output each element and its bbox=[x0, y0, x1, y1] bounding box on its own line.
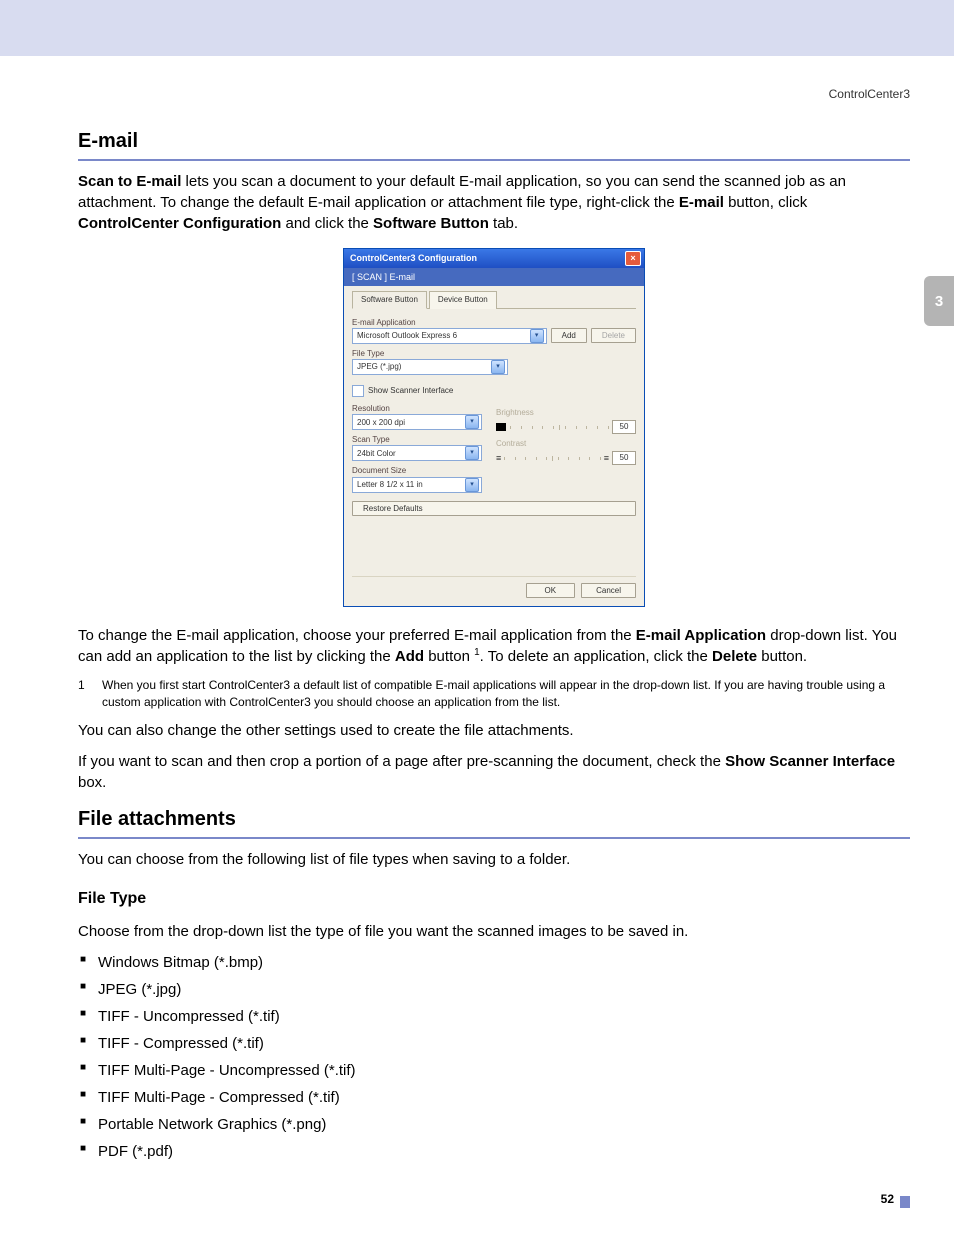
cancel-button[interactable]: Cancel bbox=[581, 583, 636, 598]
dropdown-scan-type-value: 24bit Color bbox=[357, 448, 396, 459]
tab-software-button[interactable]: Software Button bbox=[352, 291, 427, 308]
close-icon[interactable]: × bbox=[625, 251, 641, 266]
brightness-slider[interactable]: 50 bbox=[496, 420, 636, 434]
bold-scan-to-email: Scan to E-mail bbox=[78, 173, 181, 190]
heading-email: E-mail bbox=[78, 127, 910, 161]
label-file-type: File Type bbox=[352, 348, 636, 359]
bold-show-scanner-interface: Show Scanner Interface bbox=[725, 753, 895, 770]
brightness-indicator-icon bbox=[496, 423, 506, 431]
contrast-value: 50 bbox=[612, 451, 636, 465]
checkbox-icon bbox=[352, 385, 364, 397]
list-item: TIFF Multi-Page - Uncompressed (*.tif) bbox=[78, 1060, 910, 1081]
bold-controlcenter-config: ControlCenter Configuration bbox=[78, 215, 281, 232]
bold-delete: Delete bbox=[712, 648, 757, 665]
running-header: ControlCenter3 bbox=[78, 86, 910, 103]
dropdown-scan-type[interactable]: 24bit Color ▾ bbox=[352, 445, 482, 461]
brightness-value: 50 bbox=[612, 420, 636, 434]
label-document-size: Document Size bbox=[352, 465, 482, 476]
label-resolution: Resolution bbox=[352, 403, 482, 414]
page-number-marker bbox=[900, 1196, 910, 1208]
footnote-1: 1 When you first start ControlCenter3 a … bbox=[78, 677, 910, 711]
contrast-slider[interactable]: ≡ ≡ 50 bbox=[496, 451, 636, 465]
list-item: TIFF - Uncompressed (*.tif) bbox=[78, 1006, 910, 1027]
list-item: TIFF Multi-Page - Compressed (*.tif) bbox=[78, 1087, 910, 1108]
dialog-titlebar: ControlCenter3 Configuration × bbox=[344, 249, 644, 268]
chevron-down-icon: ▾ bbox=[465, 478, 479, 492]
list-item: TIFF - Compressed (*.tif) bbox=[78, 1033, 910, 1054]
header-band bbox=[0, 0, 954, 56]
heading-file-attachments: File attachments bbox=[78, 805, 910, 839]
paragraph-email-intro: Scan to E-mail lets you scan a document … bbox=[78, 171, 910, 234]
paragraph-other-settings: You can also change the other settings u… bbox=[78, 720, 910, 741]
dropdown-document-size-value: Letter 8 1/2 x 11 in bbox=[357, 479, 423, 490]
dropdown-file-type[interactable]: JPEG (*.jpg) ▾ bbox=[352, 359, 508, 375]
list-item: JPEG (*.jpg) bbox=[78, 979, 910, 1000]
paragraph-attach-intro: You can choose from the following list o… bbox=[78, 849, 910, 870]
paragraph-change-email-app: To change the E-mail application, choose… bbox=[78, 625, 910, 667]
tab-device-button[interactable]: Device Button bbox=[429, 291, 497, 308]
ok-button[interactable]: OK bbox=[526, 583, 576, 598]
checkbox-label: Show Scanner Interface bbox=[368, 385, 453, 396]
dropdown-document-size[interactable]: Letter 8 1/2 x 11 in ▾ bbox=[352, 477, 482, 493]
delete-button[interactable]: Delete bbox=[591, 328, 636, 343]
chapter-tab: 3 bbox=[924, 276, 954, 326]
list-item: Windows Bitmap (*.bmp) bbox=[78, 952, 910, 973]
dialog-tabs: Software Button Device Button bbox=[352, 290, 636, 308]
footnote-text: When you first start ControlCenter3 a de… bbox=[102, 677, 910, 711]
chevron-down-icon: ▾ bbox=[465, 415, 479, 429]
dropdown-resolution-value: 200 x 200 dpi bbox=[357, 417, 405, 428]
chevron-down-icon: ▾ bbox=[530, 329, 544, 343]
file-type-list: Windows Bitmap (*.bmp) JPEG (*.jpg) TIFF… bbox=[78, 952, 910, 1162]
label-email-application: E-mail Application bbox=[352, 317, 636, 328]
footnote-number: 1 bbox=[78, 677, 90, 711]
checkbox-show-scanner-interface[interactable]: Show Scanner Interface bbox=[352, 385, 636, 397]
dropdown-email-application[interactable]: Microsoft Outlook Express 6 ▾ bbox=[352, 328, 547, 344]
bold-add: Add bbox=[395, 648, 424, 665]
label-brightness: Brightness bbox=[496, 407, 636, 418]
contrast-high-icon: ≡ bbox=[604, 452, 608, 465]
label-contrast: Contrast bbox=[496, 438, 636, 449]
paragraph-scanner-interface: If you want to scan and then crop a port… bbox=[78, 751, 910, 793]
dropdown-file-type-value: JPEG (*.jpg) bbox=[357, 361, 401, 372]
list-item: PDF (*.pdf) bbox=[78, 1141, 910, 1162]
paragraph-file-type-intro: Choose from the drop-down list the type … bbox=[78, 921, 910, 942]
bold-software-button: Software Button bbox=[373, 215, 489, 232]
dropdown-email-application-value: Microsoft Outlook Express 6 bbox=[357, 330, 457, 341]
config-dialog: ControlCenter3 Configuration × [ SCAN ] … bbox=[343, 248, 645, 607]
bold-email-application: E-mail Application bbox=[636, 627, 766, 644]
chevron-down-icon: ▾ bbox=[465, 446, 479, 460]
contrast-low-icon: ≡ bbox=[496, 452, 500, 465]
dialog-title: ControlCenter3 Configuration bbox=[350, 252, 477, 265]
bold-email-button: E-mail bbox=[679, 194, 724, 211]
list-item: Portable Network Graphics (*.png) bbox=[78, 1114, 910, 1135]
chevron-down-icon: ▾ bbox=[491, 360, 505, 374]
add-button[interactable]: Add bbox=[551, 328, 587, 343]
dialog-breadcrumb: [ SCAN ] E-mail bbox=[344, 268, 644, 287]
label-scan-type: Scan Type bbox=[352, 434, 482, 445]
subheading-file-type: File Type bbox=[78, 888, 910, 910]
dropdown-resolution[interactable]: 200 x 200 dpi ▾ bbox=[352, 414, 482, 430]
page-number: 52 bbox=[881, 1191, 894, 1208]
restore-defaults-button[interactable]: Restore Defaults bbox=[352, 501, 636, 516]
